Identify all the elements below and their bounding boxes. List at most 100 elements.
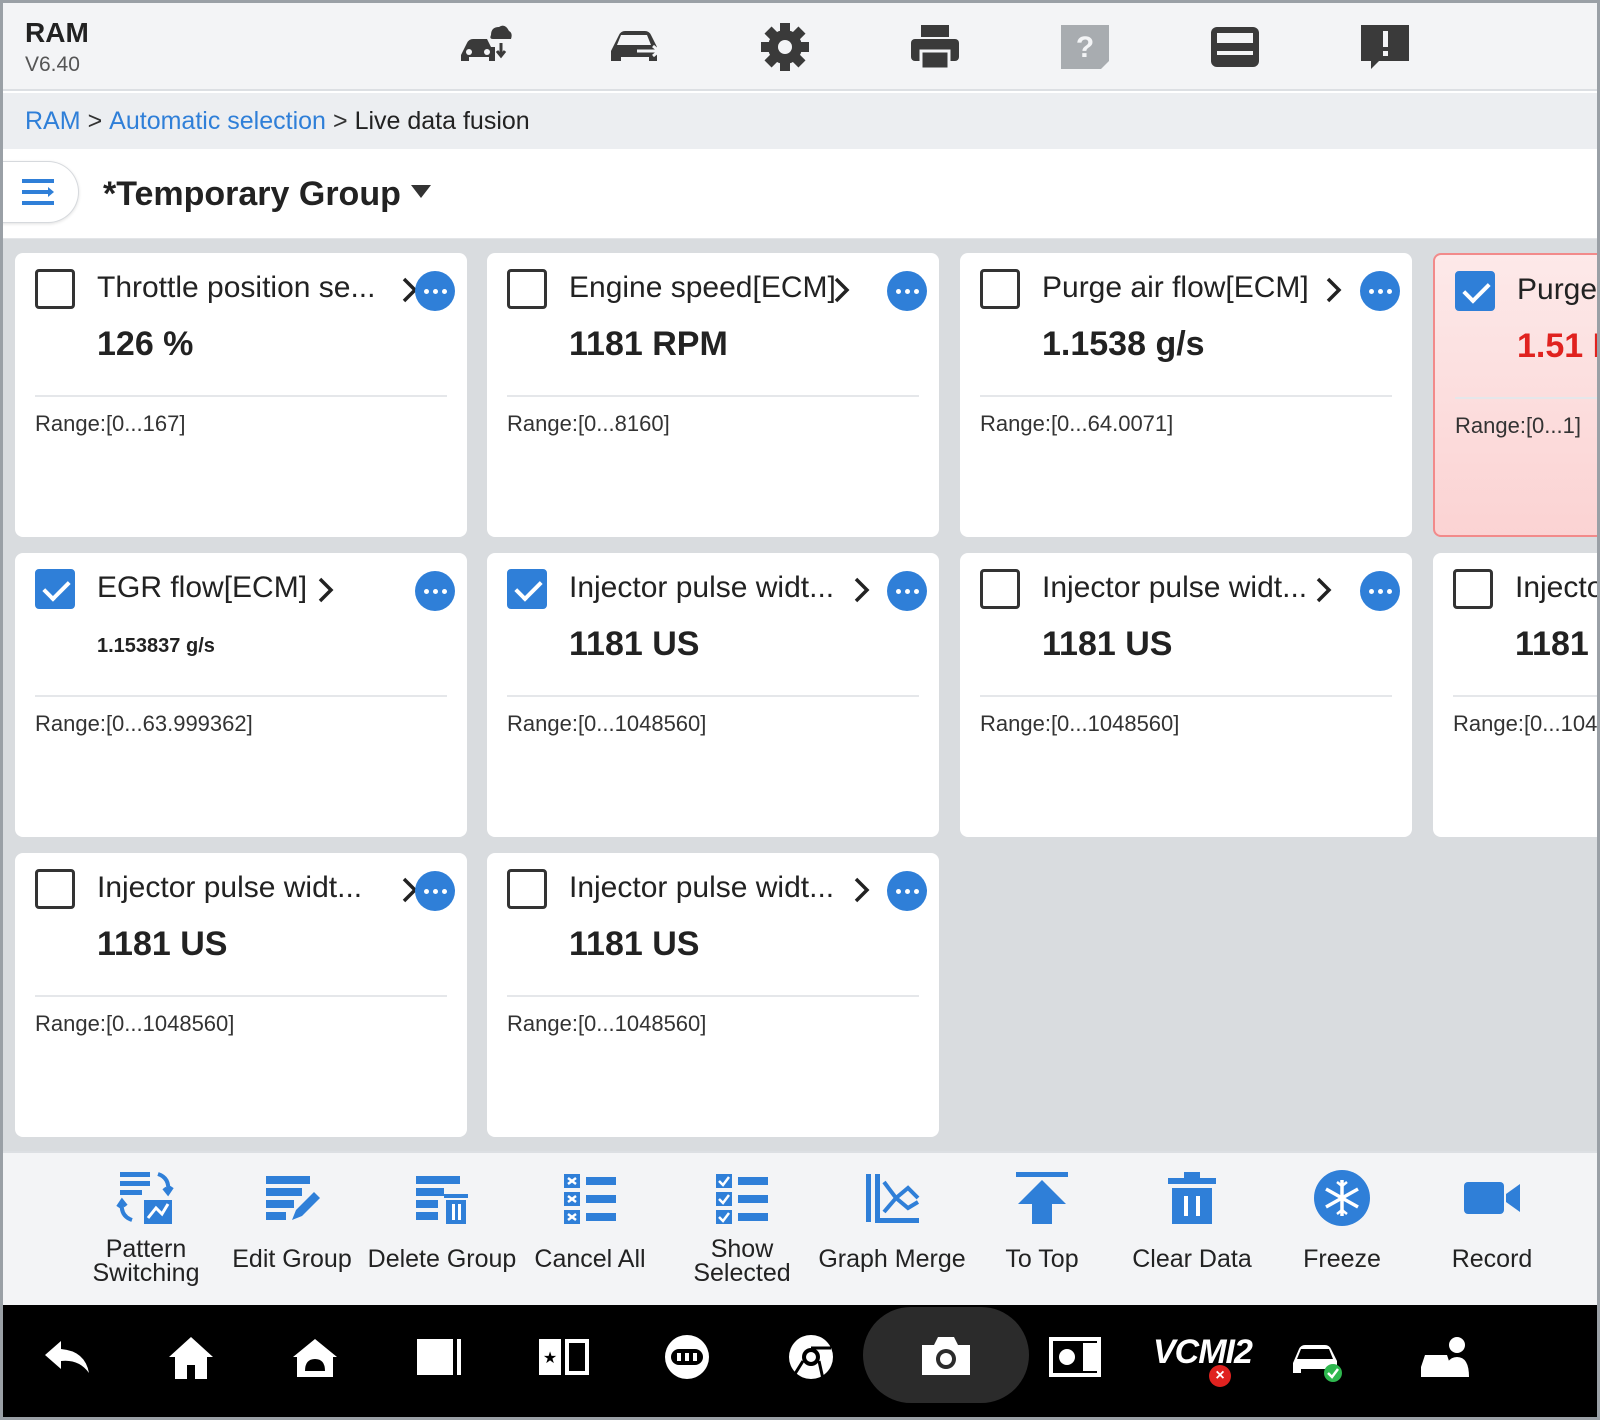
data-card[interactable]: Purge air flow[ECM] 1.1538 g/s Range:[0...… — [960, 253, 1412, 537]
group-selector[interactable]: *Temporary Group — [103, 175, 401, 214]
cloud-car-icon[interactable] — [453, 19, 517, 75]
card-checkbox[interactable] — [35, 569, 75, 609]
toolbar-label: Cancel All — [515, 1245, 665, 1273]
toolbar-label-line: Selected — [693, 1259, 791, 1287]
card-name[interactable]: Injecto — [1515, 571, 1597, 605]
card-checkbox[interactable] — [507, 269, 547, 309]
split-screen-icon[interactable]: ★ — [531, 1325, 595, 1389]
toolbar-label-line: Cancel All — [534, 1245, 646, 1273]
card-name[interactable]: Engine speed[ECM] — [569, 271, 836, 305]
feedback-icon[interactable] — [1353, 19, 1417, 75]
card-checkbox[interactable] — [35, 269, 75, 309]
disconnected-badge-icon: × — [1209, 1365, 1231, 1387]
data-card[interactable]: Injecto 1181 Range:[0...1048 — [1433, 553, 1597, 837]
back-icon[interactable] — [35, 1325, 99, 1389]
card-name[interactable]: Injector pulse widt... — [569, 571, 834, 605]
toolbar-label-line: Show — [710, 1235, 774, 1263]
card-name[interactable]: Injector pulse widt... — [1042, 571, 1307, 605]
recent-apps-icon[interactable] — [407, 1325, 471, 1389]
data-card[interactable]: Throttle position se... 126 % Range:[0...1… — [15, 253, 467, 537]
breadcrumb-root[interactable]: RAM — [25, 107, 81, 136]
toolbar-label: To Top — [967, 1247, 1117, 1272]
toolbar-pattern-switch-button[interactable]: Pattern Switching — [71, 1167, 221, 1297]
card-name[interactable]: Purge — [1517, 273, 1597, 307]
more-options-icon[interactable] — [887, 571, 927, 611]
live-data-grid: Throttle position se... 126 % Range:[0...1… — [3, 239, 1597, 1151]
chevron-right-icon[interactable] — [831, 273, 853, 307]
toolbar-label-line: Switching — [92, 1259, 200, 1287]
edit-group-icon — [262, 1167, 322, 1229]
dropdown-caret-icon[interactable] — [411, 185, 431, 198]
car-swap-icon[interactable] — [603, 19, 667, 75]
more-options-icon[interactable] — [415, 571, 455, 611]
toolbar-trash-button[interactable]: Clear Data — [1117, 1167, 1267, 1297]
gear-icon[interactable] — [753, 19, 817, 75]
more-options-icon[interactable] — [415, 271, 455, 311]
toolbar-cancel-all-button[interactable]: Cancel All — [515, 1167, 665, 1297]
toolbar-label: Pattern Switching — [71, 1237, 221, 1287]
card-checkbox[interactable] — [35, 869, 75, 909]
menu-button[interactable] — [3, 161, 79, 223]
card-checkbox[interactable] — [507, 869, 547, 909]
card-range: Range:[0...1] — [1455, 413, 1581, 438]
toolbar-label-line: Edit Group — [232, 1245, 352, 1273]
card-checkbox[interactable] — [507, 569, 547, 609]
card-checkbox[interactable] — [1453, 569, 1493, 609]
card-value: 1181 US — [97, 925, 228, 963]
card-divider — [980, 395, 1392, 397]
card-range: Range:[0...1048560] — [507, 711, 707, 736]
more-options-icon[interactable] — [1360, 271, 1400, 311]
assistant-robot-icon[interactable] — [655, 1325, 719, 1389]
card-name[interactable]: Purge air flow[ECM] — [1042, 271, 1309, 305]
toolbar-show-selected-button[interactable]: Show Selected — [667, 1167, 817, 1297]
trash-icon — [1162, 1167, 1222, 1229]
toolbar-label: Clear Data — [1117, 1247, 1267, 1272]
data-card[interactable]: Engine speed[ECM] 1181 RPM Range:[0...8160… — [487, 253, 939, 537]
chevron-right-icon[interactable] — [1313, 573, 1335, 607]
technician-car-icon[interactable] — [1413, 1325, 1477, 1389]
vehicle-connected-icon[interactable] — [1285, 1325, 1349, 1389]
screenshot-button[interactable] — [863, 1307, 1029, 1403]
data-card[interactable]: Injector pulse widt... 1181 US Range:[0...… — [960, 553, 1412, 837]
printer-icon[interactable] — [903, 19, 967, 75]
help-icon[interactable]: ? — [1053, 19, 1117, 75]
chevron-right-icon[interactable] — [851, 873, 873, 907]
more-options-icon[interactable] — [887, 271, 927, 311]
card-name[interactable]: Injector pulse widt... — [97, 871, 362, 905]
more-options-icon[interactable] — [1360, 571, 1400, 611]
card-name[interactable]: Injector pulse widt... — [569, 871, 834, 905]
toolbar-edit-group-button[interactable]: Edit Group — [217, 1167, 367, 1297]
more-options-icon[interactable] — [415, 871, 455, 911]
data-card[interactable]: Injector pulse widt... 1181 US Range:[0...… — [487, 853, 939, 1137]
folder-icon[interactable] — [1203, 19, 1267, 75]
home-icon[interactable] — [159, 1325, 223, 1389]
card-name[interactable]: EGR flow[ECM] — [97, 571, 307, 605]
data-card[interactable]: Purge 1.51 I Range:[0...1] — [1433, 253, 1597, 537]
toolbar-delete-group-button[interactable]: Delete Group — [367, 1167, 517, 1297]
toolbar-graph-merge-button[interactable]: Graph Merge — [817, 1167, 967, 1297]
data-card[interactable]: Injector pulse widt... 1181 US Range:[0...… — [487, 553, 939, 837]
toolbar-to-top-button[interactable]: To Top — [967, 1167, 1117, 1297]
card-value: 1181 US — [569, 625, 700, 663]
chevron-right-icon[interactable] — [1323, 273, 1345, 307]
card-divider — [35, 995, 447, 997]
card-checkbox[interactable] — [980, 569, 1020, 609]
card-checkbox[interactable] — [980, 269, 1020, 309]
card-divider — [507, 695, 919, 697]
pattern-switch-icon — [116, 1167, 176, 1229]
breadcrumb-automatic-selection[interactable]: Automatic selection — [109, 107, 326, 136]
browser-icon[interactable] — [779, 1325, 843, 1389]
screen-brightness-icon[interactable] — [1043, 1325, 1107, 1389]
android-home-icon[interactable] — [283, 1325, 347, 1389]
toolbar-video-camera-button[interactable]: Record — [1417, 1167, 1567, 1297]
vci-status[interactable]: VCMI2 — [1153, 1333, 1253, 1372]
data-card[interactable]: Injector pulse widt... 1181 US Range:[0...… — [15, 853, 467, 1137]
card-divider — [1453, 695, 1597, 697]
data-card[interactable]: EGR flow[ECM] 1.153837 g/s Range:[0...63.9… — [15, 553, 467, 837]
chevron-right-icon[interactable] — [851, 573, 873, 607]
chevron-right-icon[interactable] — [315, 573, 337, 607]
card-checkbox[interactable] — [1455, 271, 1495, 311]
more-options-icon[interactable] — [887, 871, 927, 911]
toolbar-snowflake-button[interactable]: Freeze — [1267, 1167, 1417, 1297]
card-name[interactable]: Throttle position se... — [97, 271, 375, 305]
